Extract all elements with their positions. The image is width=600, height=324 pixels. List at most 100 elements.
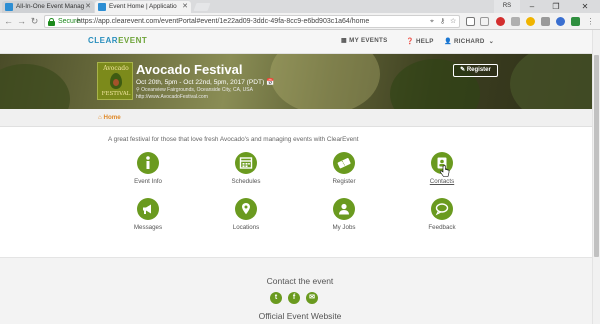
hand-cursor-icon — [440, 165, 450, 177]
register-button-label: Register — [466, 67, 491, 73]
email-icon[interactable]: ✉ — [306, 292, 318, 304]
extension-gray-icon[interactable] — [511, 17, 520, 26]
megaphone-icon — [137, 198, 159, 220]
event-location-text: Oceanview Fairgrounds, Oceanside City, C… — [141, 87, 253, 93]
url-text[interactable]: https://app.clearevent.com/eventPortal#e… — [77, 16, 369, 27]
question-circle-icon: ❓ — [406, 38, 415, 45]
tab-close-icon[interactable]: ✕ — [182, 1, 188, 13]
tab-title: All-In-One Event Manag — [16, 3, 85, 10]
forward-arrow-icon[interactable]: → — [16, 16, 27, 27]
site-header: CLEAREVENT ▦ MY EVENTS ❓ HELP 👤 RICHARD ⌄ — [0, 30, 600, 54]
ticket-icon — [333, 152, 355, 174]
avocado-background-image — [510, 54, 600, 109]
facebook-icon[interactable]: f — [288, 292, 300, 304]
event-logo: Avocado FESTIVAL — [97, 62, 133, 100]
extension-green-icon[interactable] — [571, 17, 580, 26]
chrome-extension-icon[interactable] — [526, 17, 535, 26]
ticket-icon: ✎ — [460, 67, 466, 73]
avocado-icon — [110, 73, 122, 89]
tab-close-icon[interactable]: ✕ — [85, 1, 91, 13]
avocado-background-image — [0, 64, 70, 109]
info-icon — [137, 152, 159, 174]
tile-messages[interactable]: Messages — [123, 198, 173, 238]
nav-help-label: HELP — [416, 38, 434, 45]
pinterest-icon[interactable] — [496, 17, 505, 26]
breadcrumb: ⌂ Home — [0, 109, 600, 127]
menu-kebab-icon[interactable]: ⋮ — [585, 16, 596, 27]
tile-label: Feedback — [428, 224, 456, 231]
nav-help[interactable]: ❓ HELP — [406, 37, 434, 45]
breadcrumb-home-label: Home — [103, 114, 121, 121]
event-logo-text-top: Avocado — [103, 65, 129, 72]
extension-blue-icon[interactable] — [556, 17, 565, 26]
person-icon — [333, 198, 355, 220]
official-website-heading[interactable]: Official Event Website — [0, 311, 600, 321]
address-bar[interactable]: Secure https://app.clearevent.com/eventP… — [44, 15, 460, 28]
tile-schedules[interactable]: Schedules — [221, 152, 271, 192]
nav-user-label: RICHARD — [454, 38, 485, 45]
tile-label: Locations — [232, 224, 260, 231]
avocado-background-image — [270, 54, 380, 109]
nav-my-events-label: MY EVENTS — [349, 37, 388, 44]
map-pin-icon — [235, 198, 257, 220]
browser-toolbar: ← → ↻ Secure https://app.clearevent.com/… — [0, 13, 600, 30]
breadcrumb-home[interactable]: ⌂ Home — [98, 114, 121, 121]
contact-event-heading: Contact the event — [266, 276, 334, 286]
event-banner: Avocado FESTIVAL Avocado Festival Oct 20… — [0, 54, 600, 109]
event-location[interactable]: ⚲ Oceanview Fairgrounds, Oceanside City,… — [136, 87, 253, 93]
event-tagline: A great festival for those that love fre… — [108, 136, 359, 143]
calendar-icon — [235, 152, 257, 174]
nav-user-menu[interactable]: 👤 RICHARD ⌄ — [444, 37, 496, 45]
reload-icon[interactable]: ↻ — [29, 16, 40, 27]
grid-icon: ▦ — [341, 37, 348, 44]
extension-puzzle-icon[interactable] — [480, 17, 489, 26]
tile-label: My Jobs — [332, 224, 356, 231]
clearevent-favicon-icon — [5, 3, 13, 11]
map-pin-icon: ⚲ — [136, 87, 140, 93]
profile-badge[interactable]: RS — [494, 0, 520, 13]
event-title: Avocado Festival — [136, 62, 243, 77]
maximize-button[interactable]: ❐ — [546, 0, 566, 13]
twitter-icon[interactable]: t — [270, 292, 282, 304]
minimize-button[interactable]: – — [522, 0, 542, 13]
event-logo-text-bottom: FESTIVAL — [101, 91, 131, 97]
page-footer: Contact the event t f ✉ Official Event W… — [0, 257, 600, 324]
tile-feedback[interactable]: Feedback — [417, 198, 467, 238]
tile-label: Messages — [133, 224, 163, 231]
tile-label: Register — [332, 178, 356, 185]
nav-my-events[interactable]: ▦ MY EVENTS — [341, 37, 388, 44]
event-dates-text: Oct 20th, 5pm - Oct 22nd, 5pm, 2017 (PDT… — [136, 79, 265, 86]
chevron-down-icon: ⌄ — [488, 38, 495, 45]
lock-key-icon[interactable]: ⚷ — [440, 17, 445, 26]
logo-event: EVENT — [118, 36, 148, 45]
tile-label: Contacts — [429, 178, 455, 185]
calendar-add-icon[interactable]: 📅 — [266, 79, 274, 86]
close-window-button[interactable]: ✕ — [572, 0, 598, 13]
tile-contacts[interactable]: Contacts — [417, 152, 467, 192]
tile-locations[interactable]: Locations — [221, 198, 271, 238]
new-tab-button[interactable] — [193, 3, 211, 11]
tile-label: Schedules — [231, 178, 261, 185]
scrollbar-thumb[interactable] — [594, 55, 599, 257]
tile-event-info[interactable]: Event Info — [123, 152, 173, 192]
event-website-link[interactable]: http://www.AvocadoFestival.com — [136, 94, 208, 100]
register-button[interactable]: ✎ Register — [453, 64, 498, 77]
back-arrow-icon[interactable]: ← — [3, 16, 14, 27]
tab-title: Event Home | Applicatio — [109, 3, 177, 10]
cast-icon[interactable] — [466, 17, 475, 26]
logo-clear: CLEAR — [88, 36, 119, 45]
extension-box-icon[interactable] — [541, 17, 550, 26]
location-icon[interactable]: ⌖ — [430, 17, 434, 26]
lock-icon — [48, 18, 55, 26]
event-dates: Oct 20th, 5pm - Oct 22nd, 5pm, 2017 (PDT… — [136, 78, 274, 86]
browser-tab-bar: All-In-One Event Manag ✕ Event Home | Ap… — [0, 0, 600, 13]
browser-tab-all-in-one[interactable]: All-In-One Event Manag ✕ — [2, 1, 94, 13]
clearevent-favicon-icon — [98, 3, 106, 11]
clearevent-logo[interactable]: CLEAREVENT — [88, 36, 147, 45]
speech-bubble-icon — [431, 198, 453, 220]
bookmark-star-icon[interactable]: ☆ — [450, 17, 456, 26]
tile-register[interactable]: Register — [319, 152, 369, 192]
tile-my-jobs[interactable]: My Jobs — [319, 198, 369, 238]
vertical-scrollbar[interactable] — [592, 30, 600, 324]
browser-tab-event-home[interactable]: Event Home | Applicatio ✕ — [95, 1, 191, 13]
